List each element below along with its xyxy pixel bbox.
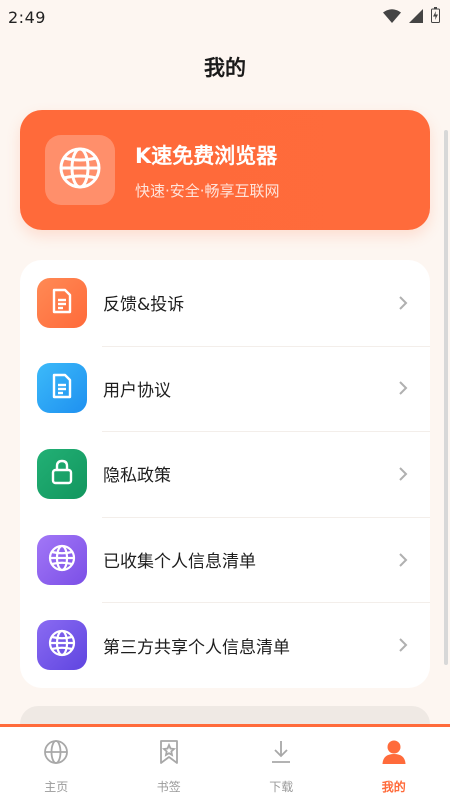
menu-label: 已收集个人信息清单	[103, 552, 256, 573]
tab-profile[interactable]: 我的	[339, 733, 449, 795]
wifi-icon	[383, 8, 401, 27]
menu-label: 隐私政策	[103, 466, 171, 487]
chevron-right-icon	[398, 295, 408, 311]
menu-icon-box	[37, 363, 87, 414]
tab-bookmarks[interactable]: 书签	[114, 733, 224, 795]
menu-icon-box	[37, 448, 87, 499]
chevron-right-icon	[398, 637, 408, 653]
menu-item-privacy-policy[interactable]: 隐私政策	[20, 431, 430, 517]
hero-title: K速免费浏览器	[135, 143, 278, 168]
menu-label: 第三方共享个人信息清单	[103, 637, 290, 658]
menu-icon-box	[37, 534, 87, 585]
menu-item-user-agreement[interactable]: 用户协议	[20, 345, 430, 432]
menu-icon-box	[37, 277, 87, 328]
menu-item-collected-info[interactable]: 已收集个人信息清单	[20, 516, 430, 603]
page-title: 我的	[204, 56, 246, 80]
signal-icon	[409, 8, 423, 27]
globe-icon	[48, 544, 76, 576]
tab-downloads[interactable]: 下载	[226, 733, 336, 795]
tab-label: 主页	[44, 779, 69, 794]
chevron-right-icon	[398, 380, 408, 396]
globe-icon	[58, 146, 102, 194]
lock-icon	[50, 459, 74, 489]
globe-icon	[48, 629, 76, 661]
scrollbar[interactable]	[444, 130, 448, 665]
hero-icon-box	[45, 135, 115, 205]
user-icon	[381, 739, 407, 769]
globe-icon	[43, 739, 69, 769]
menu-icon-box	[37, 620, 87, 671]
document-icon	[51, 373, 73, 403]
bookmark-icon	[158, 739, 180, 769]
tab-home[interactable]: 主页	[1, 733, 111, 795]
bottom-tab-bar: 主页 书签 下载 我的	[0, 724, 450, 800]
download-icon	[269, 739, 293, 769]
menu-item-third-party-sharing[interactable]: 第三方共享个人信息清单	[20, 602, 430, 688]
settings-menu: 反馈&投诉 用户协议 隐私政策 已收集个人信息清单 第三方共享个人信息清单	[20, 260, 430, 688]
hero-text: K速免费浏览器 快速·安全·畅享互联网	[135, 140, 280, 201]
status-bar: 2:49	[0, 0, 450, 34]
chevron-right-icon	[398, 552, 408, 568]
menu-label: 反馈&投诉	[103, 295, 185, 316]
battery-icon	[431, 7, 440, 27]
menu-item-feedback[interactable]: 反馈&投诉	[20, 260, 430, 346]
hero-subtitle: 快速·安全·畅享互联网	[135, 181, 280, 200]
status-icons	[383, 7, 440, 27]
menu-label: 用户协议	[103, 380, 171, 401]
hero-banner[interactable]: K速免费浏览器 快速·安全·畅享互联网	[20, 110, 430, 230]
tab-label: 我的	[381, 779, 406, 794]
status-time: 2:49	[8, 7, 46, 27]
tab-label: 书签	[156, 779, 181, 794]
tab-label: 下载	[269, 779, 294, 794]
document-icon	[51, 288, 73, 318]
chevron-right-icon	[398, 466, 408, 482]
